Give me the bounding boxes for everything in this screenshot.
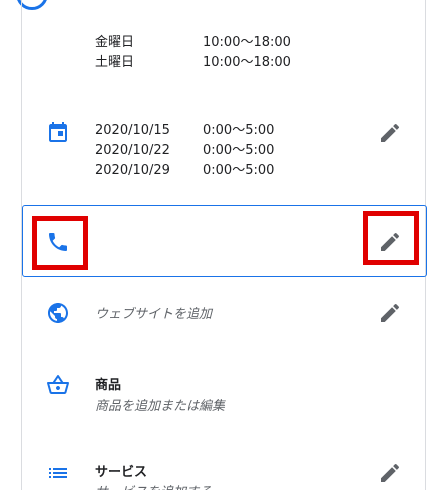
calendar-icon bbox=[46, 121, 70, 145]
edit-special-hours-button[interactable] bbox=[378, 121, 402, 145]
services-subtitle[interactable]: サービスを追加する bbox=[95, 481, 212, 490]
hours-row-friday: 金曜日 10:00〜18:00 bbox=[95, 33, 291, 53]
hours-day: 金曜日 bbox=[95, 35, 135, 50]
special-hours-time: 0:00〜5:00 bbox=[203, 143, 275, 158]
edit-website-button[interactable] bbox=[378, 301, 402, 325]
special-hours-date: 2020/10/29 bbox=[95, 163, 170, 178]
special-hours-date: 2020/10/15 bbox=[95, 123, 170, 138]
list-icon bbox=[46, 461, 70, 485]
products-title: 商品 bbox=[95, 378, 122, 393]
website-placeholder[interactable]: ウェブサイトを追加 bbox=[95, 303, 212, 322]
hours-time: 10:00〜18:00 bbox=[203, 55, 291, 70]
highlight-box-phone-icon bbox=[32, 216, 88, 270]
special-hours-time: 0:00〜5:00 bbox=[203, 163, 275, 178]
hours-time: 10:00〜18:00 bbox=[203, 35, 291, 50]
basket-icon bbox=[46, 373, 70, 397]
special-hours-date: 2020/10/22 bbox=[95, 143, 170, 158]
globe-icon bbox=[46, 301, 70, 325]
special-hours-row: 2020/10/15 0:00〜5:00 bbox=[95, 121, 274, 141]
special-hours-row: 2020/10/22 0:00〜5:00 bbox=[95, 141, 274, 161]
special-hours-time: 0:00〜5:00 bbox=[203, 123, 275, 138]
special-hours-row: 2020/10/29 0:00〜5:00 bbox=[95, 161, 274, 181]
services-title: サービス bbox=[95, 465, 148, 480]
edit-services-button[interactable] bbox=[378, 461, 402, 485]
highlight-box-edit-phone bbox=[363, 211, 419, 265]
hours-row-saturday: 土曜日 10:00〜18:00 bbox=[95, 53, 291, 73]
products-subtitle[interactable]: 商品を追加または編集 bbox=[95, 395, 225, 414]
hours-day: 土曜日 bbox=[95, 55, 135, 70]
